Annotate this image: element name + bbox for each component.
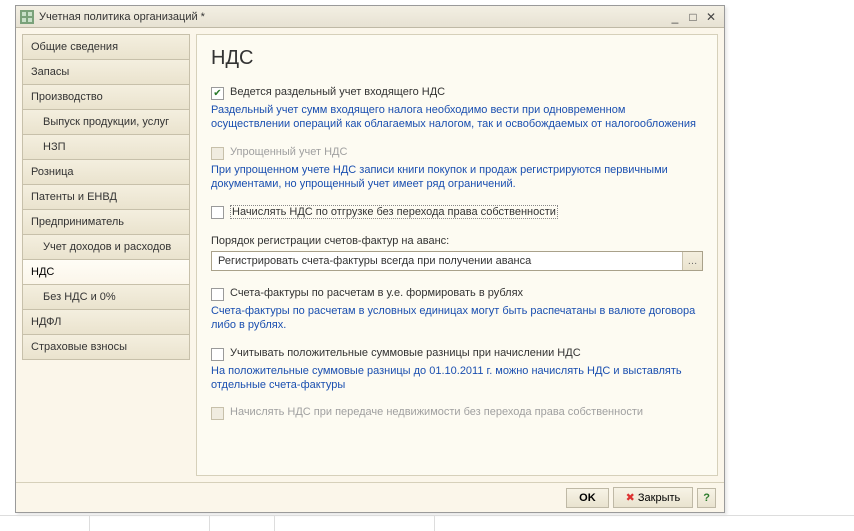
invoices-rub-label: Счета-фактуры по расчетам в у.е. формиро… xyxy=(230,287,523,299)
sidebar-item-general[interactable]: Общие сведения xyxy=(22,34,190,59)
realty-label: Начислять НДС при передаче недвижимости … xyxy=(230,406,643,418)
footer: OK ✖Закрыть ? xyxy=(16,482,724,512)
simplified-desc: При упрощенном учете НДС записи книги по… xyxy=(211,163,703,192)
sidebar-item-label: Общие сведения xyxy=(31,41,118,53)
advance-select[interactable]: Регистрировать счета-фактуры всегда при … xyxy=(211,251,703,271)
simplified-label: Упрощенный учет НДС xyxy=(230,146,347,158)
sidebar-item-nzp[interactable]: НЗП xyxy=(22,134,190,159)
separate-accounting-desc: Раздельный учет сумм входящего налога не… xyxy=(211,103,703,132)
title-bar: Учетная политика организаций * _ □ ✕ xyxy=(16,6,724,28)
sidebar-item-nds[interactable]: НДС xyxy=(22,259,190,284)
separate-accounting-label: Ведется раздельный учет входящего НДС xyxy=(230,86,445,98)
app-icon xyxy=(20,10,34,24)
ok-button[interactable]: OK xyxy=(566,488,609,508)
sidebar-item-stock[interactable]: Запасы xyxy=(22,59,190,84)
sidebar-item-retail[interactable]: Розница xyxy=(22,159,190,184)
sidebar-item-label: Производство xyxy=(31,91,103,103)
positive-diff-checkbox[interactable] xyxy=(211,348,224,361)
realty-checkbox xyxy=(211,407,224,420)
sidebar-item-insurance[interactable]: Страховые взносы xyxy=(22,334,190,360)
positive-diff-desc: На положительные суммовые разницы до 01.… xyxy=(211,364,703,393)
advance-label: Порядок регистрации счетов-фактур на ава… xyxy=(211,235,703,247)
simplified-checkbox xyxy=(211,147,224,160)
status-strip xyxy=(0,515,854,531)
sidebar-item-label: Без НДС и 0% xyxy=(43,291,116,303)
maximize-button[interactable]: □ xyxy=(684,9,702,25)
sidebar-item-label: Выпуск продукции, услуг xyxy=(43,116,169,128)
dialog-window: Учетная политика организаций * _ □ ✕ Общ… xyxy=(15,5,725,513)
sidebar-item-entrepreneur[interactable]: Предприниматель xyxy=(22,209,190,234)
invoices-rub-checkbox[interactable] xyxy=(211,288,224,301)
content-panel: НДС ✔ Ведется раздельный учет входящего … xyxy=(196,34,718,476)
close-button[interactable]: ✕ xyxy=(702,9,720,25)
on-shipment-checkbox[interactable] xyxy=(211,206,224,219)
on-shipment-label: Начислять НДС по отгрузке без перехода п… xyxy=(230,205,558,219)
sidebar-item-label: Розница xyxy=(31,166,74,178)
sidebar-item-label: НДФЛ xyxy=(31,316,61,328)
invoices-rub-desc: Счета-фактуры по расчетам в условных еди… xyxy=(211,304,703,333)
ok-button-label: OK xyxy=(579,492,596,504)
advance-select-value: Регистрировать счета-фактуры всегда при … xyxy=(212,252,682,270)
sidebar-item-patents[interactable]: Патенты и ЕНВД xyxy=(22,184,190,209)
advance-select-button[interactable]: … xyxy=(682,252,702,270)
sidebar-item-ndfl[interactable]: НДФЛ xyxy=(22,309,190,334)
window-title: Учетная политика организаций * xyxy=(39,11,205,23)
sidebar-item-output[interactable]: Выпуск продукции, услуг xyxy=(22,109,190,134)
page-heading: НДС xyxy=(211,47,703,70)
sidebar-item-label: НЗП xyxy=(43,141,66,153)
sidebar: Общие сведения Запасы Производство Выпус… xyxy=(22,34,190,476)
sidebar-item-label: Патенты и ЕНВД xyxy=(31,191,117,203)
close-dialog-button[interactable]: ✖Закрыть xyxy=(613,487,694,508)
close-icon: ✖ xyxy=(626,492,635,504)
sidebar-item-production[interactable]: Производство xyxy=(22,84,190,109)
minimize-button[interactable]: _ xyxy=(666,9,684,25)
help-icon: ? xyxy=(703,492,710,504)
sidebar-item-label: Предприниматель xyxy=(31,216,124,228)
sidebar-item-no-nds[interactable]: Без НДС и 0% xyxy=(22,284,190,309)
help-button[interactable]: ? xyxy=(697,488,716,508)
separate-accounting-checkbox[interactable]: ✔ xyxy=(211,87,224,100)
close-button-label: Закрыть xyxy=(638,492,680,504)
sidebar-item-income[interactable]: Учет доходов и расходов xyxy=(22,234,190,259)
positive-diff-label: Учитывать положительные суммовые разницы… xyxy=(230,347,581,359)
sidebar-item-label: Учет доходов и расходов xyxy=(43,241,171,253)
sidebar-item-label: Запасы xyxy=(31,66,69,78)
sidebar-item-label: Страховые взносы xyxy=(31,341,127,353)
sidebar-item-label: НДС xyxy=(31,266,54,278)
